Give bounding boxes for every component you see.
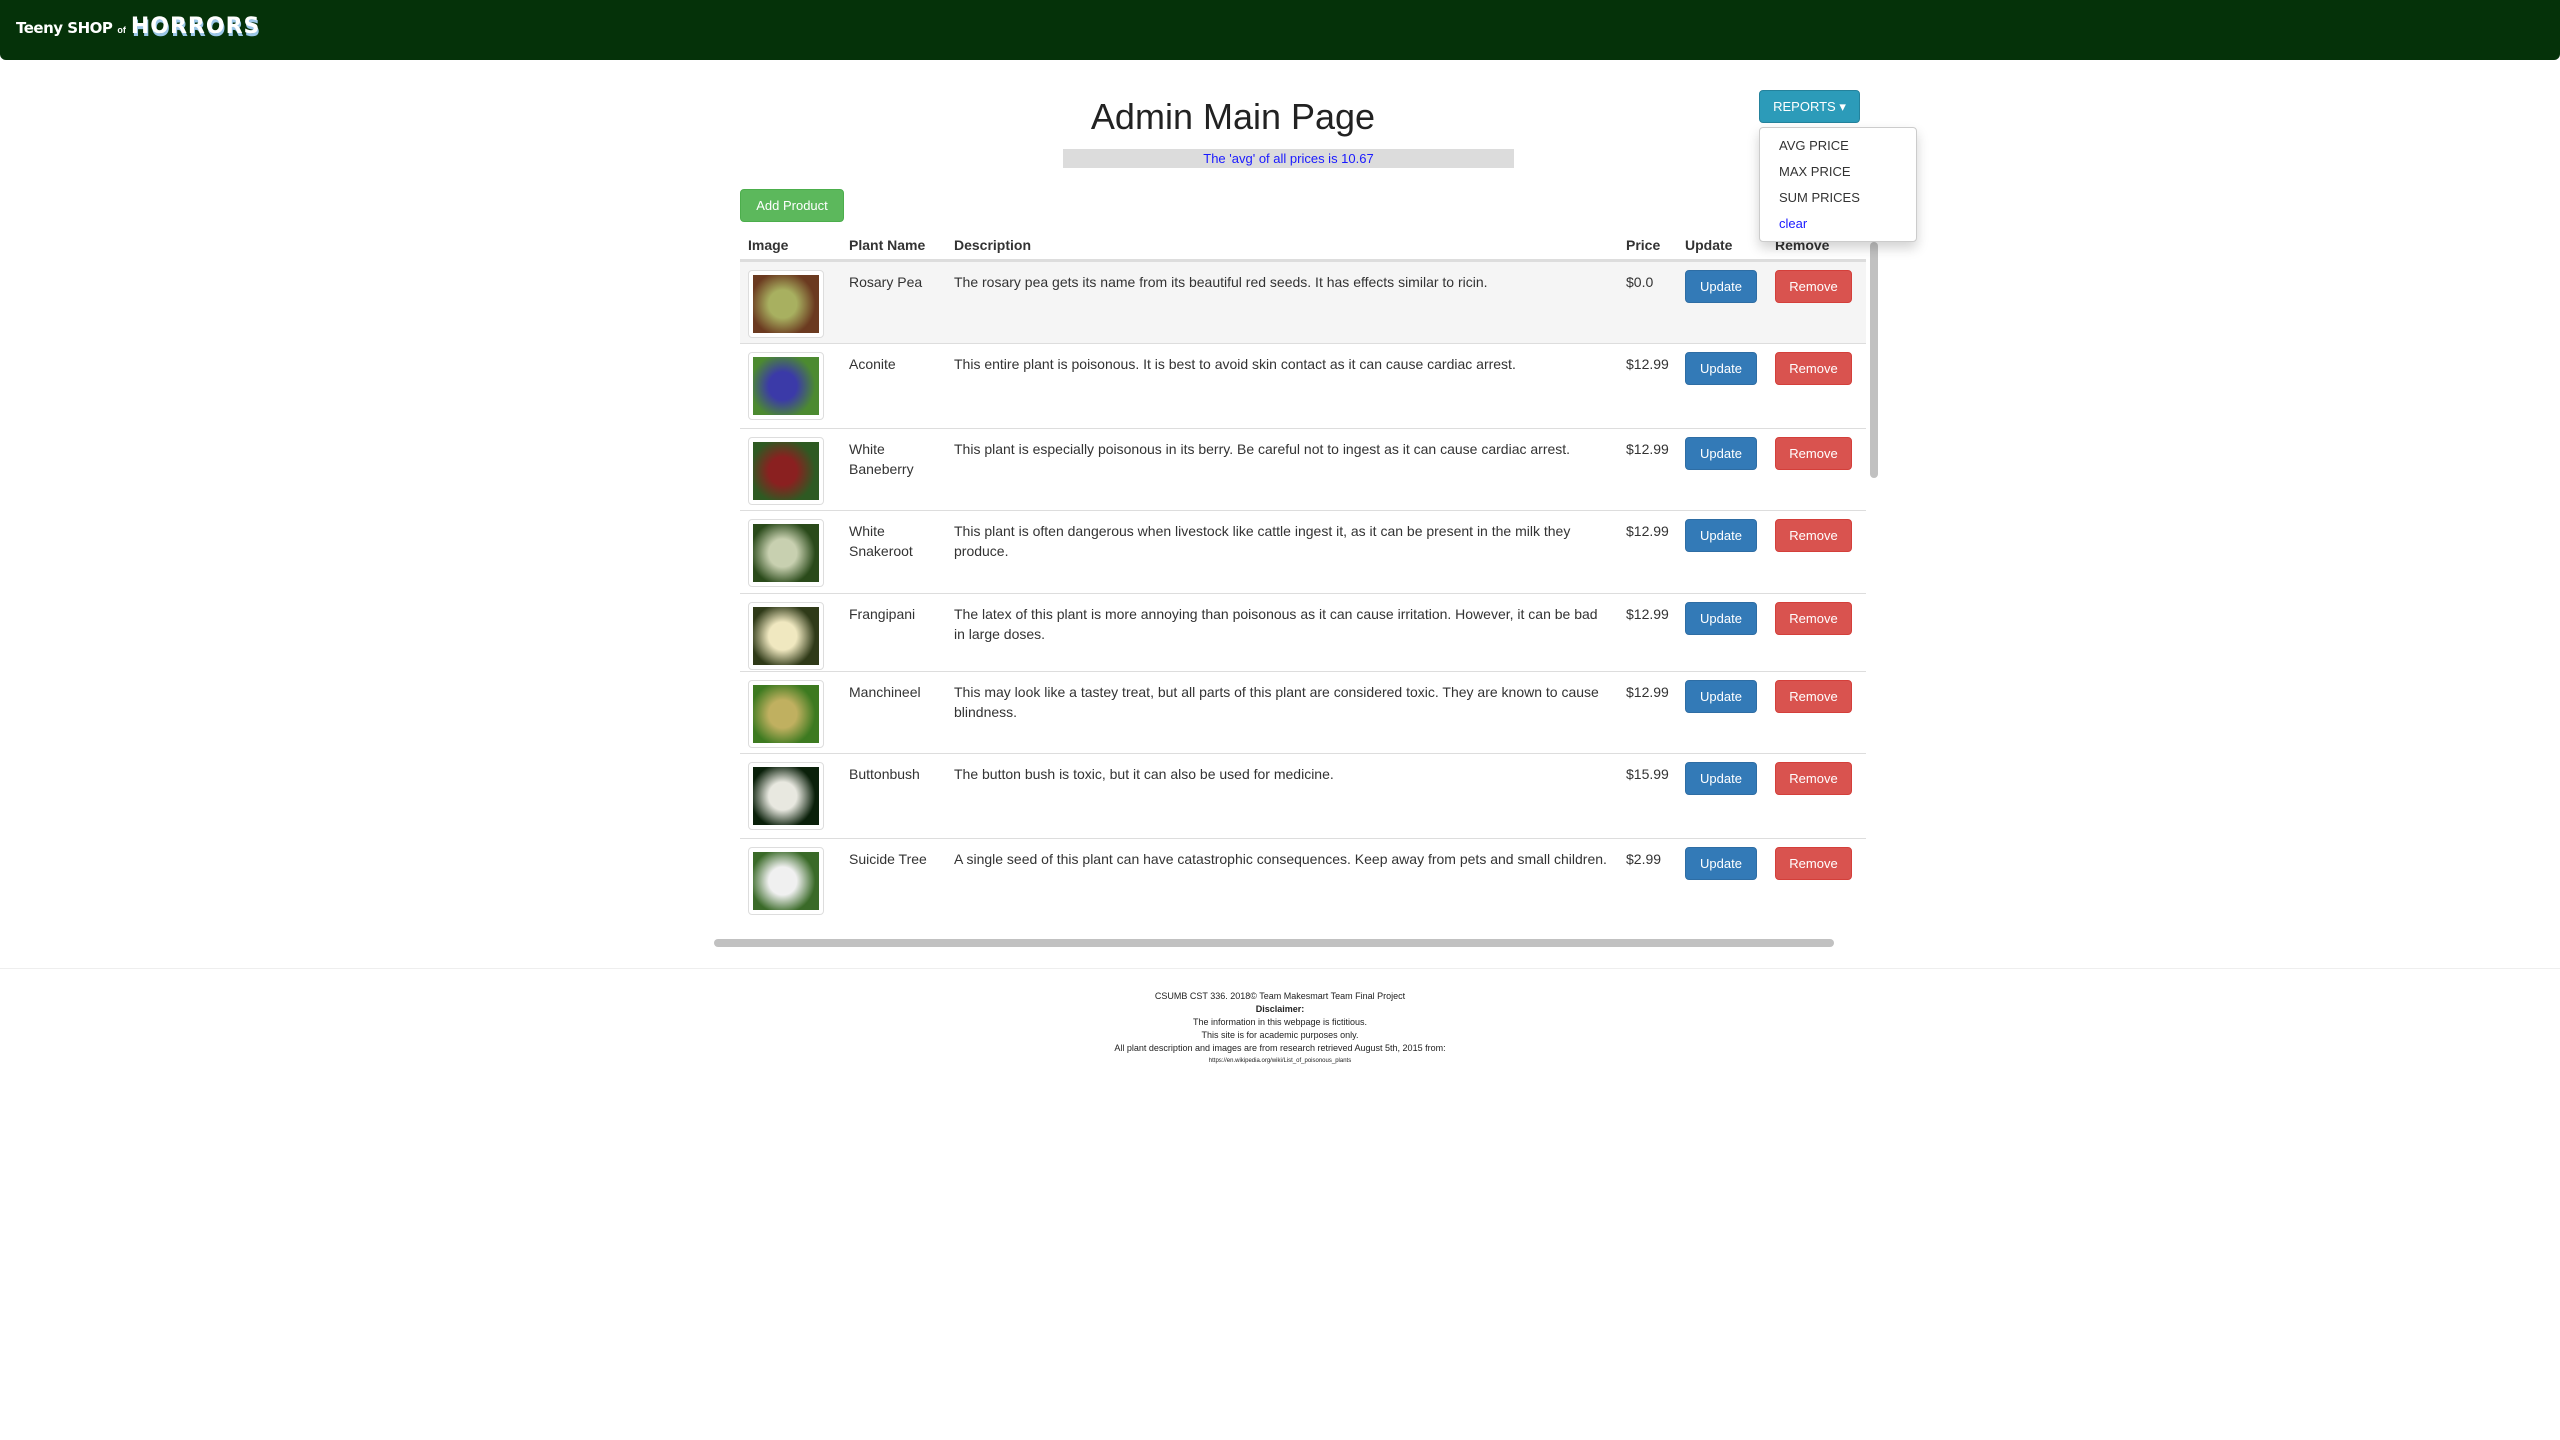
plant-price: $0.0 (1618, 259, 1677, 343)
plant-description: The rosary pea gets its name from its be… (946, 259, 1618, 343)
plant-name: Buttonbush (841, 752, 946, 838)
add-product-button[interactable]: Add Product (740, 189, 844, 222)
vertical-scrollbar[interactable] (1870, 242, 1878, 478)
image-cell (740, 837, 841, 926)
column-header-image: Image (740, 232, 841, 262)
menu-item-clear[interactable]: clear (1779, 216, 1807, 231)
horizontal-scrollbar[interactable] (714, 939, 1834, 947)
update-button[interactable]: Update (1685, 518, 1757, 552)
plant-name: Frangipani (841, 592, 946, 671)
remove-button[interactable]: Remove (1775, 761, 1852, 795)
plant-price: $12.99 (1618, 427, 1677, 510)
table-row: Buttonbush The button bush is toxic, but… (740, 752, 1866, 838)
footer-text: The information in this webpage is ficti… (1192, 1017, 1368, 1027)
footer-source-link[interactable]: https://en.wikipedia.org/wiki/List_of_po… (980, 1055, 1580, 1068)
update-button[interactable]: Update (1685, 351, 1757, 385)
plant-price: $12.99 (1618, 342, 1677, 428)
image-cell (740, 259, 841, 343)
image-cell (740, 752, 841, 838)
top-navbar: Teeny SHOP of HORRORS (0, 0, 2560, 60)
image-cell (740, 342, 841, 428)
plant-description: The button bush is toxic, but it can als… (946, 752, 1618, 838)
plant-price: $12.99 (1618, 592, 1677, 671)
image-cell (740, 509, 841, 593)
plant-name: Suicide Tree (841, 837, 946, 926)
table-row: Manchineel This may look like a tastey t… (740, 670, 1866, 753)
remove-button[interactable]: Remove (1775, 601, 1852, 635)
update-button[interactable]: Update (1685, 436, 1757, 470)
plant-thumbnail (748, 679, 824, 748)
image-cell (740, 592, 841, 671)
plant-price: $2.99 (1618, 837, 1677, 926)
plant-thumbnail (748, 518, 824, 587)
plant-description: This plant is often dangerous when lives… (946, 509, 1618, 593)
remove-button[interactable]: Remove (1775, 351, 1852, 385)
plant-description: This entire plant is poisonous. It is be… (946, 342, 1618, 428)
plant-description: A single seed of this plant can have cat… (946, 837, 1618, 926)
table-row: Suicide Tree A single seed of this plant… (740, 837, 1866, 926)
footer-disclaimer-heading: Disclaimer: (1255, 1004, 1305, 1014)
remove-button[interactable]: Remove (1775, 518, 1852, 552)
plant-thumbnail (748, 436, 824, 505)
reports-dropdown-menu: AVG PRICE MAX PRICE SUM PRICES clear (1759, 127, 1917, 242)
plant-name: White Baneberry (841, 427, 946, 510)
update-button[interactable]: Update (1685, 761, 1757, 795)
table-row: Aconite This entire plant is poisonous. … (740, 342, 1866, 428)
column-header-price: Price (1618, 232, 1677, 262)
menu-item-sum-prices[interactable]: SUM PRICES (1779, 190, 1860, 205)
image-cell (740, 670, 841, 753)
footer-divider (0, 968, 2560, 969)
plant-price: $15.99 (1618, 752, 1677, 838)
footer-text: This site is for academic purposes only. (1201, 1030, 1359, 1040)
plant-price: $12.99 (1618, 670, 1677, 753)
logo-part: HORRORS (130, 14, 261, 39)
products-table: Image Plant Name Description Price Updat… (740, 232, 1866, 926)
footer-copyright: CSUMB CST 336. 2018© Team Makesmart Team… (1154, 991, 1406, 1001)
plant-price: $12.99 (1618, 509, 1677, 593)
page-title: Admin Main Page (1090, 96, 1376, 137)
table-row: Frangipani The latex of this plant is mo… (740, 592, 1866, 671)
update-button[interactable]: Update (1685, 679, 1757, 713)
footer: CSUMB CST 336. 2018© Team Makesmart Team… (980, 990, 1580, 1068)
plant-name: Aconite (841, 342, 946, 428)
remove-button[interactable]: Remove (1775, 269, 1852, 303)
table-row: White Snakeroot This plant is often dang… (740, 509, 1866, 593)
logo-part: Teeny SHOP (16, 19, 113, 37)
menu-item-max-price[interactable]: MAX PRICE (1779, 164, 1851, 179)
site-logo[interactable]: Teeny SHOP of HORRORS (16, 14, 260, 39)
plant-thumbnail (748, 846, 824, 915)
table-row: White Baneberry This plant is especially… (740, 427, 1866, 510)
plant-thumbnail (748, 269, 824, 338)
remove-button[interactable]: Remove (1775, 846, 1852, 880)
plant-name: Rosary Pea (841, 259, 946, 343)
plant-thumbnail (748, 601, 824, 670)
table-row: Rosary Pea The rosary pea gets its name … (740, 259, 1866, 343)
plant-description: This plant is especially poisonous in it… (946, 427, 1618, 510)
remove-button[interactable]: Remove (1775, 436, 1852, 470)
plant-description: The latex of this plant is more annoying… (946, 592, 1618, 671)
update-button[interactable]: Update (1685, 269, 1757, 303)
remove-button[interactable]: Remove (1775, 679, 1852, 713)
update-button[interactable]: Update (1685, 846, 1757, 880)
logo-part: of (117, 25, 126, 35)
plant-thumbnail (748, 761, 824, 830)
plant-name: Manchineel (841, 670, 946, 753)
column-header-plant-name: Plant Name (841, 232, 946, 262)
column-header-update: Update (1677, 232, 1767, 262)
reports-dropdown-button[interactable]: REPORTS ▾ (1759, 90, 1860, 123)
products-table-scroll[interactable]: Image Plant Name Description Price Updat… (714, 232, 1880, 932)
image-cell (740, 427, 841, 510)
update-button[interactable]: Update (1685, 601, 1757, 635)
plant-thumbnail (748, 351, 824, 420)
plant-name: White Snakeroot (841, 509, 946, 593)
column-header-description: Description (946, 232, 1618, 262)
footer-text: All plant description and images are fro… (1114, 1043, 1446, 1053)
report-result: The 'avg' of all prices is 10.67 (1063, 149, 1514, 168)
plant-description: This may look like a tastey treat, but a… (946, 670, 1618, 753)
menu-item-avg-price[interactable]: AVG PRICE (1779, 138, 1849, 153)
